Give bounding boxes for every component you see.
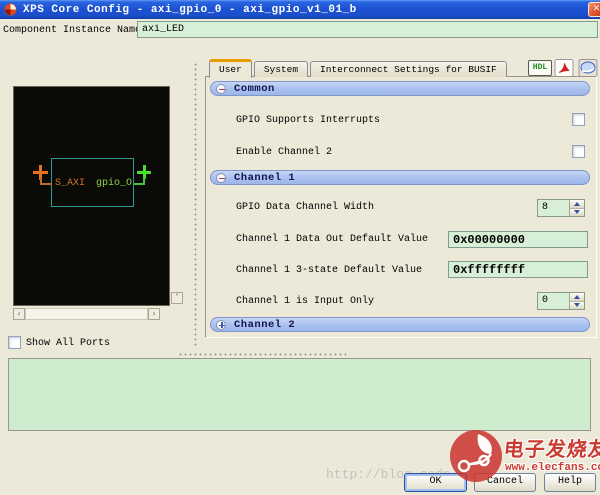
view-docs-button[interactable] xyxy=(578,59,598,77)
spin-up-button[interactable] xyxy=(570,293,584,301)
ch1-input-only-spinner[interactable]: 0 xyxy=(537,292,585,310)
label-ch1-data-out-default: Channel 1 Data Out Default Value xyxy=(236,234,429,245)
show-all-ports-checkbox[interactable] xyxy=(8,336,21,349)
scroll-down-button[interactable]: ˅ xyxy=(171,292,183,304)
ch1-data-out-default-input[interactable] xyxy=(448,231,588,248)
tab-user[interactable]: User xyxy=(209,59,252,78)
tab-system[interactable]: System xyxy=(253,61,309,77)
section-title: Channel 1 xyxy=(234,171,296,184)
ch1-tristate-default-input[interactable] xyxy=(448,261,588,278)
arrow-down-icon xyxy=(574,210,580,215)
title-bar: XPS Core Config - axi_gpio_0 - axi_gpio_… xyxy=(0,0,600,19)
instance-name-input[interactable] xyxy=(137,21,598,38)
pdf-datasheet-button[interactable] xyxy=(554,59,574,77)
port-label-s-axi: S_AXI xyxy=(55,178,86,189)
tab-interconnect-settings[interactable]: Interconnect Settings for BUSIF xyxy=(310,61,507,77)
port-label-gpio-o: gpio_O xyxy=(96,178,133,189)
collapse-icon[interactable] xyxy=(216,83,226,94)
section-title: Channel 2 xyxy=(234,318,296,331)
watermark-site-text: www.elecfans.com xyxy=(505,462,600,474)
window-title: XPS Core Config - axi_gpio_0 - axi_gpio_… xyxy=(23,3,357,16)
label-ch1-is-input-only: Channel 1 is Input Only xyxy=(236,296,375,307)
label-ch1-tristate-default: Channel 1 3-state Default Value xyxy=(236,265,423,276)
gpio-width-spinner[interactable]: 8 xyxy=(537,199,585,217)
horizontal-splitter-handle[interactable] xyxy=(178,352,348,357)
section-header-channel-2[interactable]: Channel 2 xyxy=(210,317,590,332)
arrow-up-icon xyxy=(574,294,580,299)
pdf-icon xyxy=(554,59,574,77)
section-header-channel-1[interactable]: Channel 1 xyxy=(210,170,590,185)
section-title: Common xyxy=(234,82,275,95)
spinner-value[interactable]: 8 xyxy=(538,200,569,216)
label-enable-channel-2: Enable Channel 2 xyxy=(236,147,333,158)
spinner-value[interactable]: 0 xyxy=(538,293,569,309)
bus-wire xyxy=(40,183,52,185)
scroll-left-button[interactable]: ‹ xyxy=(13,308,25,320)
port-wire xyxy=(143,177,145,185)
watermark-brand-text: 电子发烧友 xyxy=(502,437,600,461)
datasheet-disc-icon xyxy=(578,59,598,77)
collapse-icon[interactable] xyxy=(216,172,226,183)
show-all-ports-label: Show All Ports xyxy=(26,338,111,349)
spin-down-button[interactable] xyxy=(570,300,584,309)
scroll-right-button[interactable]: › xyxy=(148,308,160,320)
app-icon xyxy=(4,3,17,16)
checkbox-enable-channel-2[interactable] xyxy=(572,145,585,158)
horizontal-scrollbar-track[interactable] xyxy=(25,308,148,320)
label-gpio-data-channel-width: GPIO Data Channel Width xyxy=(236,202,375,213)
description-panel xyxy=(8,358,591,431)
arrow-down-icon xyxy=(574,303,580,308)
arrow-up-icon xyxy=(574,201,580,206)
spin-up-button[interactable] xyxy=(570,200,584,208)
instance-name-label: Component Instance Name xyxy=(3,25,142,36)
vertical-splitter-handle[interactable] xyxy=(193,62,198,348)
spin-down-button[interactable] xyxy=(570,207,584,216)
elecfans-logo-icon xyxy=(448,428,504,489)
tab-bar: User System Interconnect Settings for BU… xyxy=(209,58,509,78)
section-header-common[interactable]: Common xyxy=(210,81,590,96)
expand-icon[interactable] xyxy=(216,319,226,330)
label-gpio-supports-interrupts: GPIO Supports Interrupts xyxy=(236,115,381,126)
checkbox-gpio-supports-interrupts[interactable] xyxy=(572,113,585,126)
close-button[interactable]: ✕ xyxy=(588,2,600,17)
view-hdl-button[interactable]: HDL xyxy=(528,60,552,76)
help-button[interactable]: Help xyxy=(544,473,596,492)
block-diagram-canvas[interactable]: S_AXI gpio_O xyxy=(13,86,170,306)
